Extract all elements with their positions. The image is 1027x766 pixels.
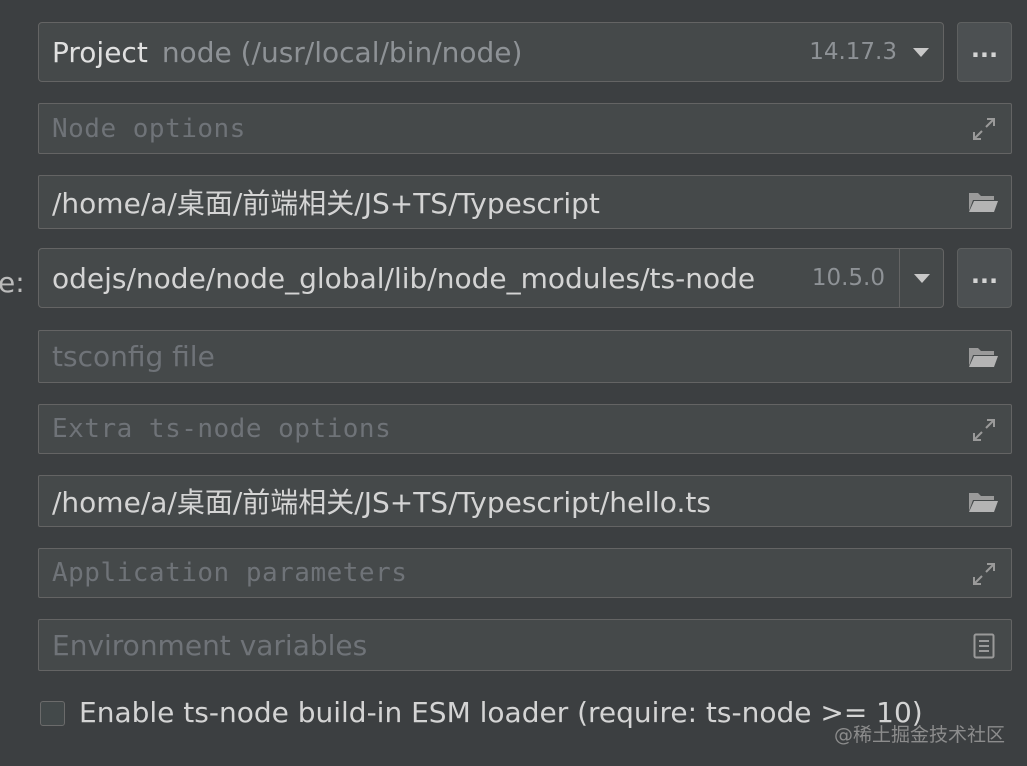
expand-icon[interactable] bbox=[971, 417, 997, 443]
watermark: @稀土掘金技术社区 bbox=[833, 724, 1005, 746]
ts-node-browse-button[interactable]: ... bbox=[957, 248, 1012, 308]
interpreter-path: node (/usr/local/bin/node) bbox=[161, 35, 523, 69]
expand-icon[interactable] bbox=[971, 561, 997, 587]
script-file-field[interactable]: /home/a/桌面/前端相关/JS+TS/Typescript/hello.t… bbox=[38, 475, 1012, 527]
script-file-value: /home/a/桌面/前端相关/JS+TS/Typescript/hello.t… bbox=[52, 486, 711, 519]
chevron-down-icon[interactable] bbox=[913, 48, 929, 57]
folder-icon[interactable] bbox=[967, 490, 999, 514]
node-interpreter-value: Project node (/usr/local/bin/node) bbox=[52, 23, 522, 81]
app-params-placeholder: Application parameters bbox=[52, 558, 408, 588]
interpreter-label: Project bbox=[52, 35, 148, 69]
ts-node-label: e: bbox=[0, 266, 25, 299]
working-directory-value: /home/a/桌面/前端相关/JS+TS/Typescript bbox=[52, 187, 600, 220]
extra-ts-node-options-field[interactable]: Extra ts-node options bbox=[38, 404, 1012, 454]
interpreter-version: 14.17.3 bbox=[809, 39, 897, 65]
environment-variables-field[interactable]: Environment variables bbox=[38, 619, 1012, 671]
node-options-placeholder: Node options bbox=[52, 113, 246, 144]
esm-loader-checkbox[interactable] bbox=[40, 701, 65, 726]
interpreter-browse-button[interactable]: ... bbox=[957, 22, 1012, 82]
node-options-field[interactable]: Node options bbox=[38, 103, 1012, 154]
tsconfig-field[interactable]: tsconfig file bbox=[38, 330, 1012, 383]
chevron-down-icon[interactable] bbox=[914, 274, 930, 283]
ts-node-package-select[interactable]: odejs/node/node_global/lib/node_modules/… bbox=[38, 248, 944, 308]
env-vars-placeholder: Environment variables bbox=[52, 628, 368, 662]
combo-divider bbox=[899, 249, 900, 307]
application-parameters-field[interactable]: Application parameters bbox=[38, 548, 1012, 598]
folder-icon[interactable] bbox=[967, 190, 999, 214]
ts-node-path: odejs/node/node_global/lib/node_modules/… bbox=[52, 261, 756, 295]
tsconfig-placeholder: tsconfig file bbox=[52, 340, 215, 373]
extra-options-placeholder: Extra ts-node options bbox=[52, 414, 392, 444]
list-edit-icon[interactable] bbox=[973, 633, 995, 659]
ts-node-version: 10.5.0 bbox=[811, 265, 885, 291]
folder-icon[interactable] bbox=[967, 345, 999, 369]
node-interpreter-select[interactable]: Project node (/usr/local/bin/node) 14.17… bbox=[38, 22, 944, 82]
expand-icon[interactable] bbox=[971, 116, 997, 142]
esm-loader-label[interactable]: Enable ts-node build-in ESM loader (requ… bbox=[79, 696, 923, 729]
working-directory-field[interactable]: /home/a/桌面/前端相关/JS+TS/Typescript bbox=[38, 175, 1012, 229]
